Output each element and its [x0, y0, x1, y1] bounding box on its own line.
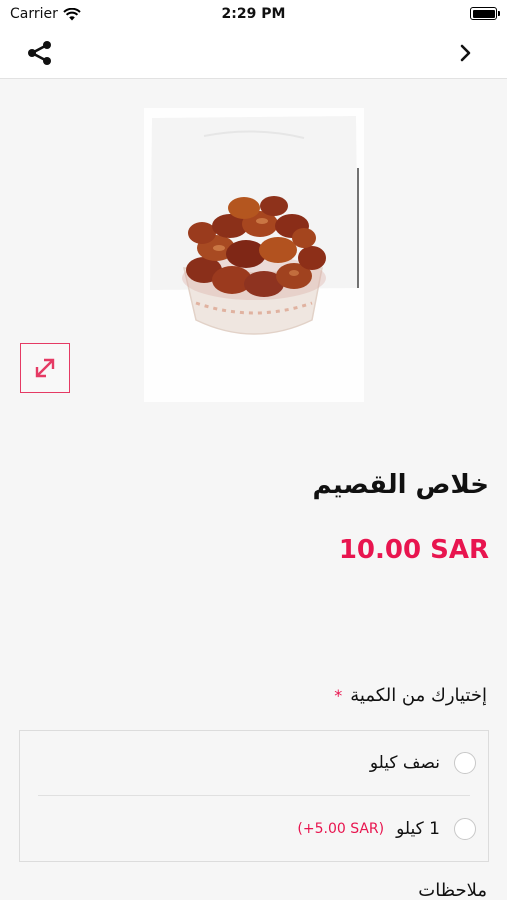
zoom-button[interactable]: [20, 343, 70, 393]
quantity-option-label: إختيارك من الكمية *: [334, 685, 487, 706]
radio-button[interactable]: [454, 818, 476, 840]
product-price: 10.00 SAR: [338, 535, 489, 565]
option-name: 1 كيلو: [396, 819, 440, 839]
option-label-text: إختيارك من الكمية: [350, 685, 487, 706]
required-mark: *: [334, 686, 343, 705]
product-image[interactable]: [144, 108, 364, 402]
option-divider: [38, 795, 470, 796]
battery-icon: [470, 7, 500, 20]
nav-bar: [0, 28, 507, 79]
option-one-kilo[interactable]: 1 كيلو (+5.00 SAR): [20, 797, 488, 861]
quantity-options: نصف كيلو 1 كيلو (+5.00 SAR): [19, 730, 489, 862]
status-time: 2:29 PM: [221, 6, 286, 22]
chevron-right-icon[interactable]: [459, 43, 473, 63]
product-title: خلاص القصيم: [312, 470, 489, 500]
radio-button[interactable]: [454, 752, 476, 774]
option-name: نصف كيلو: [369, 753, 440, 773]
option-half-kilo[interactable]: نصف كيلو: [20, 731, 488, 795]
notes-label: ملاحظات: [418, 880, 487, 900]
status-bar: Carrier 2:29 PM: [0, 0, 507, 28]
dates-photo: [144, 108, 364, 402]
expand-arrows-icon: [35, 358, 55, 378]
share-icon[interactable]: [26, 40, 54, 66]
option-extra-price: (+5.00 SAR): [297, 821, 385, 837]
